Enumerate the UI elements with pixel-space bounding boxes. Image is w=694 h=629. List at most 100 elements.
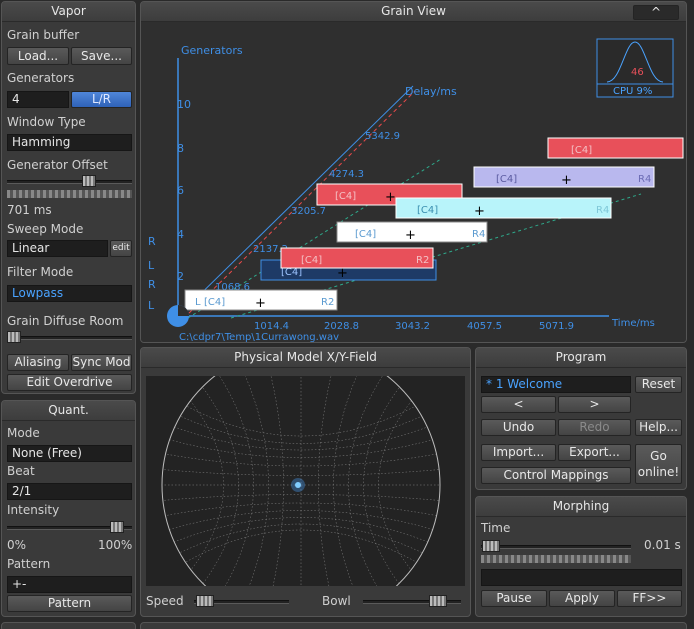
pause-button[interactable]: Pause (481, 590, 547, 607)
collapse-button[interactable]: ^ (633, 5, 679, 20)
grain-tag: [C4] (204, 297, 225, 308)
channel-label-1: R (148, 235, 156, 248)
sweep-edit-button[interactable]: edit (110, 240, 132, 257)
program-current-field[interactable]: * 1 Welcome (481, 376, 631, 393)
grain-block-8[interactable]: L [C4] + R2 (184, 289, 338, 311)
intensity-label: Intensity (7, 503, 60, 517)
file-path: C:\cdpr7\Temp\1Currawong.wav (179, 332, 339, 342)
generator-offset-slider[interactable] (7, 180, 132, 184)
sweep-mode-label: Sweep Mode (7, 222, 84, 236)
grain-tag: [C4] (335, 191, 356, 202)
grain-view-title: Grain View (141, 2, 686, 22)
morph-time-slider[interactable] (481, 545, 631, 549)
diffuse-room-knob[interactable] (7, 331, 21, 343)
morph-time-meter (481, 555, 631, 563)
grain-block-7[interactable]: [C4] R2 (280, 247, 434, 269)
grain-plus-icon: + (405, 228, 416, 243)
grain-edge-right: R2 (416, 255, 429, 266)
vapor-panel: Vapor Grain buffer Load... Save... Gener… (1, 1, 136, 394)
save-button[interactable]: Save... (71, 47, 132, 65)
generator-offset-knob[interactable] (82, 175, 96, 187)
grain-plus-icon: + (561, 173, 572, 188)
grain-block-2[interactable]: [C4] + R4 (473, 166, 655, 188)
grain-tag: [C4] (496, 174, 517, 185)
xy-field-canvas[interactable] (146, 376, 465, 586)
quant-panel: Quant. Mode None (Free) Beat 2/1 Intensi… (1, 400, 136, 617)
morph-target-field[interactable] (481, 569, 682, 586)
mode-label: Mode (7, 426, 40, 440)
beat-select[interactable]: 2/1 (7, 483, 132, 500)
grain-edge-right: R4 (638, 174, 651, 185)
x-tick-4: 4057.5 (467, 321, 502, 332)
grain-block-1[interactable]: [C4] (547, 137, 684, 159)
delay-tick-3: 3205.7 (291, 206, 326, 217)
morph-time-knob[interactable] (482, 540, 500, 552)
go-online-button[interactable]: Go online! (635, 444, 682, 484)
grain-edge-right: R2 (321, 297, 334, 308)
sweep-mode-select[interactable]: Linear (7, 240, 108, 257)
grain-view-canvas[interactable]: Generators 10 8 6 4 2 R L R L Delay/ms 1… (141, 22, 686, 342)
grain-edge-right: R4 (472, 229, 485, 240)
field-grid (162, 376, 440, 586)
speed-label: Speed (146, 594, 184, 608)
reset-button[interactable]: Reset (635, 376, 682, 393)
generators-field[interactable]: 4 (7, 91, 69, 108)
grain-edge-right: R4 (596, 205, 609, 216)
control-mappings-button[interactable]: Control Mappings (481, 467, 631, 484)
diffuse-room-label: Grain Diffuse Room (7, 314, 124, 328)
cpu-value: 46 (631, 67, 644, 78)
morphing-title: Morphing (476, 497, 686, 517)
grain-tag: [C4] (281, 267, 302, 278)
generators-label: Generators (7, 71, 75, 85)
delay-axis-label: Delay/ms (405, 85, 457, 98)
grain-plus-icon: + (255, 296, 266, 311)
mode-select[interactable]: None (Free) (7, 445, 132, 462)
generator-offset-label: Generator Offset (7, 158, 108, 172)
grain-tag: [C4] (301, 255, 322, 266)
generator-offset-value: 701 ms (7, 203, 52, 217)
edit-overdrive-button[interactable]: Edit Overdrive (7, 374, 132, 391)
apply-button[interactable]: Apply (549, 590, 615, 607)
window-type-select[interactable]: Hamming (7, 134, 132, 151)
speed-knob[interactable] (196, 595, 214, 607)
next-program-button[interactable]: > (558, 396, 631, 413)
pattern-field[interactable]: +- (7, 576, 132, 593)
filter-mode-select[interactable]: Lowpass (7, 285, 132, 302)
morph-time-label: Time (481, 521, 511, 535)
pattern-label: Pattern (7, 557, 51, 571)
x-tick-5: 5071.9 (539, 321, 574, 332)
import-button[interactable]: Import... (481, 444, 556, 461)
physical-model-title: Physical Model X/Y-Field (141, 348, 470, 368)
x-tick-2: 2028.8 (324, 321, 359, 332)
grain-block-5[interactable]: [C4] + R4 (336, 221, 488, 243)
bowl-label: Bowl (322, 594, 351, 608)
prev-program-button[interactable]: < (481, 396, 556, 413)
beat-label: Beat (7, 464, 35, 478)
intensity-min-label: 0% (7, 538, 27, 552)
intensity-knob[interactable] (110, 521, 124, 533)
morphing-panel: Morphing Time 0.01 s Pause Apply FF>> (475, 496, 687, 617)
grain-tag: [C4] (355, 229, 376, 240)
sync-mod-button[interactable]: Sync Mod (71, 354, 132, 371)
diffuse-room-slider[interactable] (7, 336, 132, 340)
channel-label-4: L (148, 299, 155, 312)
delay-tick-4: 4274.3 (329, 169, 364, 180)
program-title: Program (476, 348, 686, 368)
aliasing-button[interactable]: Aliasing (7, 354, 69, 371)
fast-forward-button[interactable]: FF>> (617, 590, 682, 607)
undo-button[interactable]: Undo (481, 419, 556, 436)
grain-block-4[interactable]: [C4] + R4 (395, 197, 612, 219)
lr-toggle-button[interactable]: L/R (71, 91, 132, 108)
x-tick-3: 3043.2 (395, 321, 430, 332)
grain-tag: [C4] (571, 145, 592, 156)
window-type-label: Window Type (7, 115, 86, 129)
bottom-left-strip (1, 622, 136, 629)
load-button[interactable]: Load... (7, 47, 69, 65)
bowl-knob[interactable] (429, 595, 447, 607)
xy-cursor-glow (291, 478, 305, 492)
grain-edge-left: L (195, 297, 201, 308)
redo-button[interactable]: Redo (558, 419, 631, 436)
export-button[interactable]: Export... (558, 444, 631, 461)
pattern-button[interactable]: Pattern (7, 595, 132, 612)
help-button[interactable]: Help... (635, 419, 682, 436)
